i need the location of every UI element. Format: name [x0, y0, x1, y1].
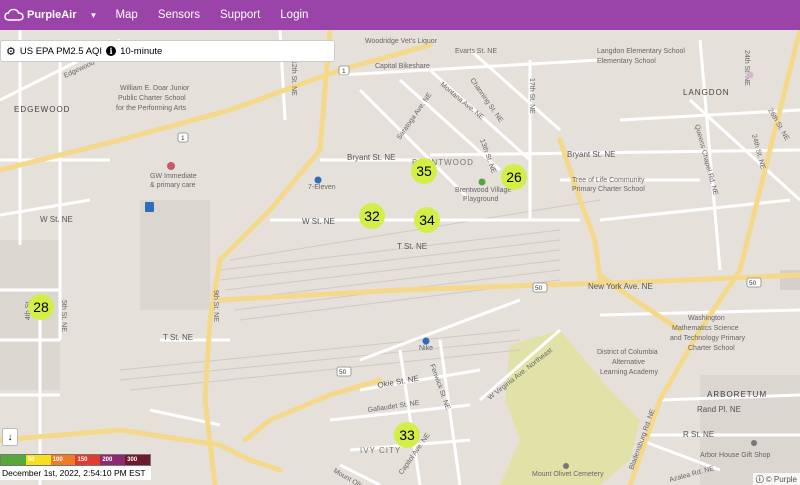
store-icon — [314, 176, 322, 184]
label-brentwood-village-1: Brentwood Village — [455, 187, 511, 194]
label-arbor-house: Arbor House Gift Shop — [700, 452, 771, 459]
legend-segment: 50 — [25, 455, 51, 465]
hospital-icon — [167, 162, 175, 170]
info-circle-icon[interactable]: ⓘ — [756, 474, 764, 485]
label-nike: Nike — [419, 345, 433, 352]
label-ivy-city: IVY CITY — [360, 446, 401, 455]
label-langdon-area: LANGDON — [683, 88, 730, 97]
label-doar-3: for the Performing Arts — [116, 105, 187, 112]
sensor-marker[interactable]: 32 — [359, 203, 385, 229]
arrow-down-icon[interactable]: ↓ — [2, 428, 18, 446]
info-icon[interactable]: i — [106, 46, 117, 56]
label-new-york: New York Ave. NE — [588, 282, 653, 291]
label-gw-2: & primary care — [150, 182, 196, 189]
legend-segment — [1, 455, 26, 465]
label-woodridge: Woodridge Vet's Liquor — [365, 38, 438, 45]
svg-text:50: 50 — [749, 280, 757, 287]
label-tree-of-life-1: Tree of Life Community — [572, 177, 645, 184]
caret-down-icon[interactable]: ▼ — [90, 11, 98, 20]
legend-segment: 300 — [125, 455, 150, 465]
gear-icon[interactable]: ⚙ — [6, 45, 16, 58]
label-washington-3: and Technology Primary — [670, 335, 745, 342]
svg-text:50: 50 — [535, 285, 543, 292]
data-timestamp: December 1st, 2022, 2:54:10 PM EST — [0, 466, 151, 480]
label-dc-school-2: Alternative — [612, 359, 645, 366]
nav-support[interactable]: Support — [220, 9, 260, 21]
label-evarts: Evarts St. NE — [455, 48, 497, 55]
park-icon — [478, 178, 486, 186]
map-canvas[interactable]: Woodridge Vet's Liquor Evarts St. NE Lan… — [0, 30, 800, 485]
label-12th: 12th St. NE — [290, 60, 297, 96]
label-edgewood-area: EDGEWOOD — [14, 105, 70, 114]
label-r-st: R St. NE — [683, 430, 714, 439]
cemetery-icon — [563, 463, 569, 469]
label-tree-of-life-2: Primary Charter School — [572, 186, 645, 193]
label-washington-4: Charter School — [688, 345, 735, 352]
sensor-marker[interactable]: 35 — [411, 158, 437, 184]
label-t-st: T St. NE — [397, 242, 427, 251]
nav-map[interactable]: Map — [115, 9, 137, 21]
label-bryant-w: Bryant St. NE — [347, 153, 395, 162]
legend-segment: 100 — [50, 455, 76, 465]
label-capital-bikeshare: Capital Bikeshare — [375, 63, 430, 70]
label-arboretum: ARBORETUM — [707, 390, 767, 399]
label-washington-1: Washington — [688, 315, 725, 322]
label-dc-school-1: District of Columbia — [597, 349, 658, 356]
school-icon — [746, 71, 754, 79]
label-langdon-school: Langdon Elementary School — [597, 48, 685, 55]
label-doar-2: Public Charter School — [118, 95, 186, 102]
label-24th: 24th St. NE — [743, 50, 750, 86]
sensor-marker[interactable]: 26 — [501, 164, 527, 190]
sensor-marker[interactable]: 28 — [28, 294, 54, 320]
map-attribution[interactable]: ⓘ © Purple — [752, 473, 800, 485]
label-rand: Rand Pl. NE — [697, 405, 741, 414]
svg-text:50: 50 — [339, 369, 347, 376]
label-w-st-left: W St. NE — [40, 215, 73, 224]
svg-text:1: 1 — [181, 135, 185, 142]
label-9th: 9th St. NE — [212, 290, 219, 322]
label-5th: 5th St. NE — [60, 300, 67, 332]
navbar: PurpleAir ▼ Map Sensors Support Login — [0, 0, 800, 30]
label-doar-1: William E. Doar Junior — [120, 85, 190, 92]
nav-login[interactable]: Login — [280, 9, 308, 21]
label-w-st: W St. NE — [302, 217, 335, 226]
brand-logo[interactable]: PurpleAir ▼ — [4, 8, 97, 22]
label-dc-school-3: Learning Academy — [600, 369, 658, 376]
label-langdon-school-2: Elementary School — [597, 58, 656, 65]
svg-text:1: 1 — [342, 68, 346, 75]
sensor-marker[interactable]: 34 — [414, 207, 440, 233]
label-cemetery: Mount Olivet Cemetery — [532, 471, 604, 478]
nav-sensors[interactable]: Sensors — [158, 9, 200, 21]
attribution-text[interactable]: © Purple — [766, 475, 797, 484]
label-17th: 17th St. NE — [528, 78, 535, 114]
shop-icon — [422, 337, 430, 345]
sensor-type-selector[interactable]: ⚙ US EPA PM2.5 AQI i 10-minute — [0, 40, 335, 62]
period-label[interactable]: 10-minute — [120, 46, 162, 57]
gift-shop-icon — [751, 440, 757, 446]
aqi-legend: 50 100 150 200 300 — [0, 454, 151, 466]
pm25-label[interactable]: US EPA PM2.5 AQI — [20, 46, 102, 57]
label-washington-2: Mathematics Science — [672, 325, 739, 332]
label-brentwood-village-2: Playground — [463, 196, 499, 203]
transit-icon — [145, 202, 154, 212]
brand-name: PurpleAir — [27, 9, 77, 21]
label-bryant-e: Bryant St. NE — [567, 150, 615, 159]
legend-segment: 150 — [75, 455, 101, 465]
label-t-st-left: T St. NE — [163, 333, 193, 342]
cloud-icon — [4, 8, 24, 21]
sensor-marker[interactable]: 33 — [394, 422, 420, 448]
basemap[interactable]: Woodridge Vet's Liquor Evarts St. NE Lan… — [0, 30, 800, 485]
label-seven-eleven: 7-Eleven — [308, 184, 336, 191]
label-gw-1: GW Immediate — [150, 173, 197, 180]
legend-segment: 200 — [100, 455, 126, 465]
